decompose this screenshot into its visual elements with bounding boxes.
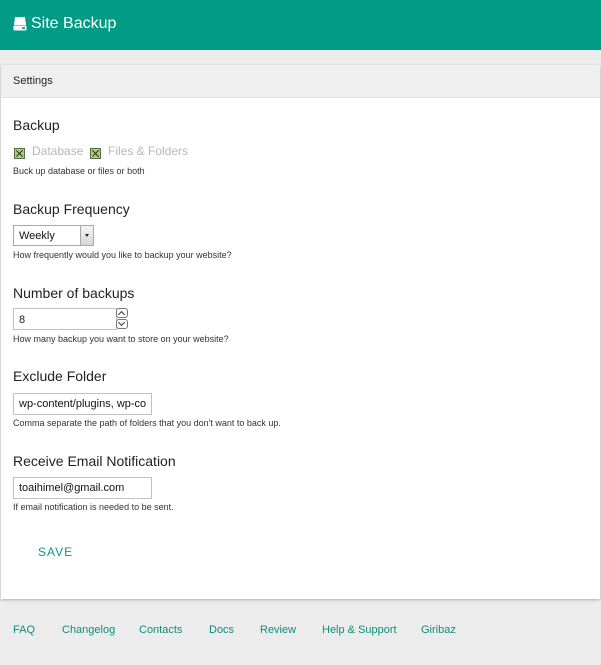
number-input[interactable]: 8 <box>13 308 117 330</box>
footer-link-changelog[interactable]: Changelog <box>62 624 115 636</box>
frequency-title: Backup Frequency <box>13 201 130 217</box>
exclude-help: Comma separate the path of folders that … <box>13 418 281 428</box>
number-help: How many backup you want to store on you… <box>13 334 229 344</box>
backup-help: Buck up database or files or both <box>13 166 145 176</box>
footer-link-giribaz[interactable]: Giribaz <box>421 624 456 636</box>
footer-link-review[interactable]: Review <box>260 624 296 636</box>
email-title: Receive Email Notification <box>13 453 176 469</box>
footer-links: FAQ Changelog Contacts Docs Review Help … <box>0 624 601 638</box>
server-icon <box>13 17 27 31</box>
chevron-down-icon[interactable] <box>80 226 93 245</box>
files-folders-checkbox-label[interactable]: Files & Folders <box>108 144 188 158</box>
backup-title: Backup <box>13 117 60 133</box>
exclude-title: Exclude Folder <box>13 368 107 384</box>
number-value: 8 <box>19 314 26 326</box>
save-button[interactable]: SAVE <box>38 545 73 559</box>
footer-link-docs[interactable]: Docs <box>209 624 234 636</box>
files-folders-checkbox[interactable] <box>90 148 101 159</box>
frequency-select[interactable]: Weekly <box>13 225 94 246</box>
settings-panel: Settings Backup Database Files & Folders… <box>1 65 600 599</box>
database-checkbox[interactable] <box>14 148 25 159</box>
frequency-selected-value: Weekly <box>19 230 55 242</box>
database-checkbox-label[interactable]: Database <box>32 144 83 158</box>
settings-panel-header: Settings <box>1 65 600 98</box>
exclude-folder-input[interactable] <box>13 393 152 415</box>
number-title: Number of backups <box>13 285 135 301</box>
spin-down-button[interactable] <box>116 319 128 329</box>
email-field[interactable] <box>13 477 152 499</box>
email-help: If email notification is needed to be se… <box>13 502 174 512</box>
app-header: Site Backup <box>0 0 601 50</box>
footer-link-contacts[interactable]: Contacts <box>139 624 182 636</box>
settings-panel-title: Settings <box>13 75 53 87</box>
spin-up-button[interactable] <box>116 308 128 318</box>
frequency-help: How frequently would you like to backup … <box>13 250 232 260</box>
footer-link-help-support[interactable]: Help & Support <box>322 624 397 636</box>
app-title: Site Backup <box>31 15 117 32</box>
footer-link-faq[interactable]: FAQ <box>13 624 35 636</box>
